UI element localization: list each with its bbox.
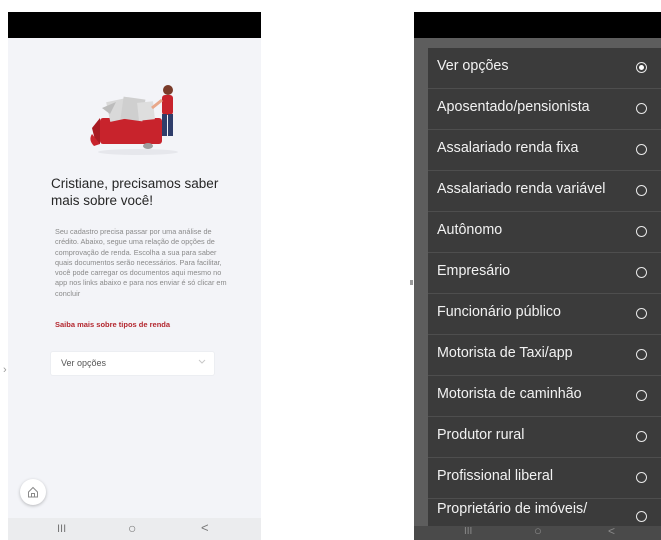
radio-checked-icon[interactable] (636, 62, 647, 73)
option-label: Aposentado/pensionista (437, 99, 590, 115)
chevron-right-icon: › (3, 364, 7, 376)
radio-icon[interactable] (636, 511, 647, 522)
option-item[interactable]: Produtor rural (428, 417, 661, 458)
option-item[interactable]: Aposentado/pensionista (428, 89, 661, 130)
option-item[interactable]: Proprietário de imóveis/ (428, 499, 661, 528)
option-label: Funcionário público (437, 304, 561, 320)
option-label: Assalariado renda fixa (437, 140, 579, 156)
radio-icon[interactable] (636, 390, 647, 401)
home-icon (28, 486, 38, 498)
option-label: Proprietário de imóveis/ (437, 501, 588, 517)
home-nav-icon[interactable]: ○ (534, 523, 542, 538)
home-button[interactable] (20, 479, 46, 505)
back-nav-icon[interactable]: < (608, 524, 615, 538)
recents-nav-icon[interactable]: III (57, 523, 66, 535)
option-item[interactable]: Ver opções (428, 48, 661, 89)
select-value: Ver opções (61, 358, 107, 368)
option-item[interactable]: Assalariado renda variável (428, 171, 661, 212)
option-item[interactable]: Funcionário público (428, 294, 661, 335)
radio-icon[interactable] (636, 226, 647, 237)
option-label: Ver opções (437, 58, 509, 74)
option-item[interactable]: Motorista de caminhão (428, 376, 661, 417)
option-item[interactable]: Empresário (428, 253, 661, 294)
chevron-down-icon (198, 359, 206, 364)
option-label: Motorista de Taxi/app (437, 345, 573, 361)
option-label: Assalariado renda variável (437, 181, 606, 197)
radio-icon[interactable] (636, 267, 647, 278)
status-bar (414, 12, 661, 38)
option-item[interactable]: Profissional liberal (428, 458, 661, 499)
option-label: Produtor rural (437, 427, 525, 443)
income-types-link[interactable]: Saiba mais sobre tipos de renda (55, 320, 170, 329)
status-bar (8, 12, 261, 38)
radio-icon[interactable] (636, 103, 647, 114)
illustration-image (90, 85, 178, 155)
description-text: Seu cadastro precisa passar por uma anál… (55, 227, 227, 298)
option-item[interactable]: Assalariado renda fixa (428, 130, 661, 171)
option-label: Profissional liberal (437, 468, 554, 484)
radio-icon[interactable] (636, 185, 647, 196)
income-type-select[interactable]: Ver opções (51, 352, 214, 375)
system-nav-bar: III ○ < (8, 518, 261, 540)
radio-icon[interactable] (636, 349, 647, 360)
home-nav-icon[interactable]: ○ (128, 520, 136, 536)
phone-screen-left: Cristiane, precisamos saber mais sobre v… (8, 12, 261, 540)
back-nav-icon[interactable]: < (201, 520, 209, 535)
radio-icon[interactable] (636, 308, 647, 319)
options-list: Ver opções Aposentado/pensionista Assala… (428, 48, 661, 528)
page-title: Cristiane, precisamos saber mais sobre v… (51, 176, 219, 208)
option-label: Autônomo (437, 222, 503, 238)
option-item[interactable]: Autônomo (428, 212, 661, 253)
option-item[interactable]: Motorista de Taxi/app (428, 335, 661, 376)
option-label: Motorista de caminhão (437, 386, 582, 402)
radio-icon[interactable] (636, 144, 647, 155)
recents-nav-icon[interactable]: III (464, 526, 472, 537)
radio-icon[interactable] (636, 431, 647, 442)
option-label: Empresário (437, 263, 511, 279)
radio-icon[interactable] (636, 472, 647, 483)
edge-handle (410, 280, 413, 285)
phone-screen-right: Ver opções Aposentado/pensionista Assala… (414, 12, 661, 540)
system-nav-bar: III ○ < (414, 523, 661, 540)
